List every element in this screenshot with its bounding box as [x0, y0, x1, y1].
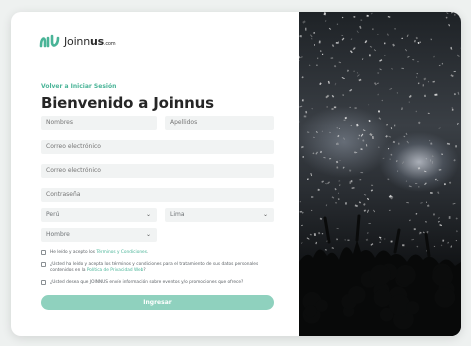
submit-button[interactable]: Ingresar	[41, 295, 274, 310]
concert-crowd-image	[299, 12, 461, 336]
gender-select-value: Hombre	[46, 231, 70, 238]
city-select-value: Lima	[170, 211, 185, 218]
privacy-policy-link[interactable]: Política de Privacidad Web	[87, 268, 143, 273]
last-name-input[interactable]	[165, 116, 274, 130]
email-confirm-input[interactable]	[41, 164, 274, 178]
chevron-down-icon: ⌄	[145, 231, 151, 238]
promo-checkbox[interactable]	[41, 280, 46, 286]
password-input[interactable]	[41, 188, 274, 202]
promo-label: ¿Usted desea que JOINNUS envíe informaci…	[50, 280, 244, 285]
email-input[interactable]	[41, 140, 274, 154]
privacy-check-row: ¿Usted ha leído y acepta los términos y …	[41, 262, 274, 273]
chevron-down-icon: ⌄	[145, 211, 151, 218]
brand-logo[interactable]: Joinnus.com	[39, 32, 116, 50]
terms-label: He leído y acepto los Términos y Condici…	[50, 250, 149, 255]
chevron-down-icon: ⌄	[262, 211, 268, 218]
terms-link[interactable]: Términos y Condiciones	[96, 250, 147, 255]
page-title: Bienvenido a Joinnus	[41, 94, 214, 112]
city-select[interactable]: Lima ⌄	[165, 208, 274, 222]
privacy-label: ¿Usted ha leído y acepta los términos y …	[50, 262, 259, 273]
country-select-value: Perú	[46, 211, 60, 218]
terms-check-row: He leído y acepto los Términos y Condici…	[41, 250, 274, 256]
register-form: Joinnus.com Volver a Iniciar Sesión Bien…	[11, 12, 299, 336]
joinnus-logo-icon	[39, 34, 60, 48]
brand-name: Joinnus.com	[64, 34, 116, 48]
privacy-checkbox[interactable]	[41, 262, 46, 268]
concert-photo	[299, 12, 461, 336]
register-card: Joinnus.com Volver a Iniciar Sesión Bien…	[11, 12, 461, 336]
first-name-input[interactable]	[41, 116, 157, 130]
back-to-login-link[interactable]: Volver a Iniciar Sesión	[41, 83, 116, 90]
gender-select[interactable]: Hombre ⌄	[41, 228, 157, 242]
country-select[interactable]: Perú ⌄	[41, 208, 157, 222]
promo-check-row: ¿Usted desea que JOINNUS envíe informaci…	[41, 280, 274, 286]
terms-checkbox[interactable]	[41, 250, 46, 256]
